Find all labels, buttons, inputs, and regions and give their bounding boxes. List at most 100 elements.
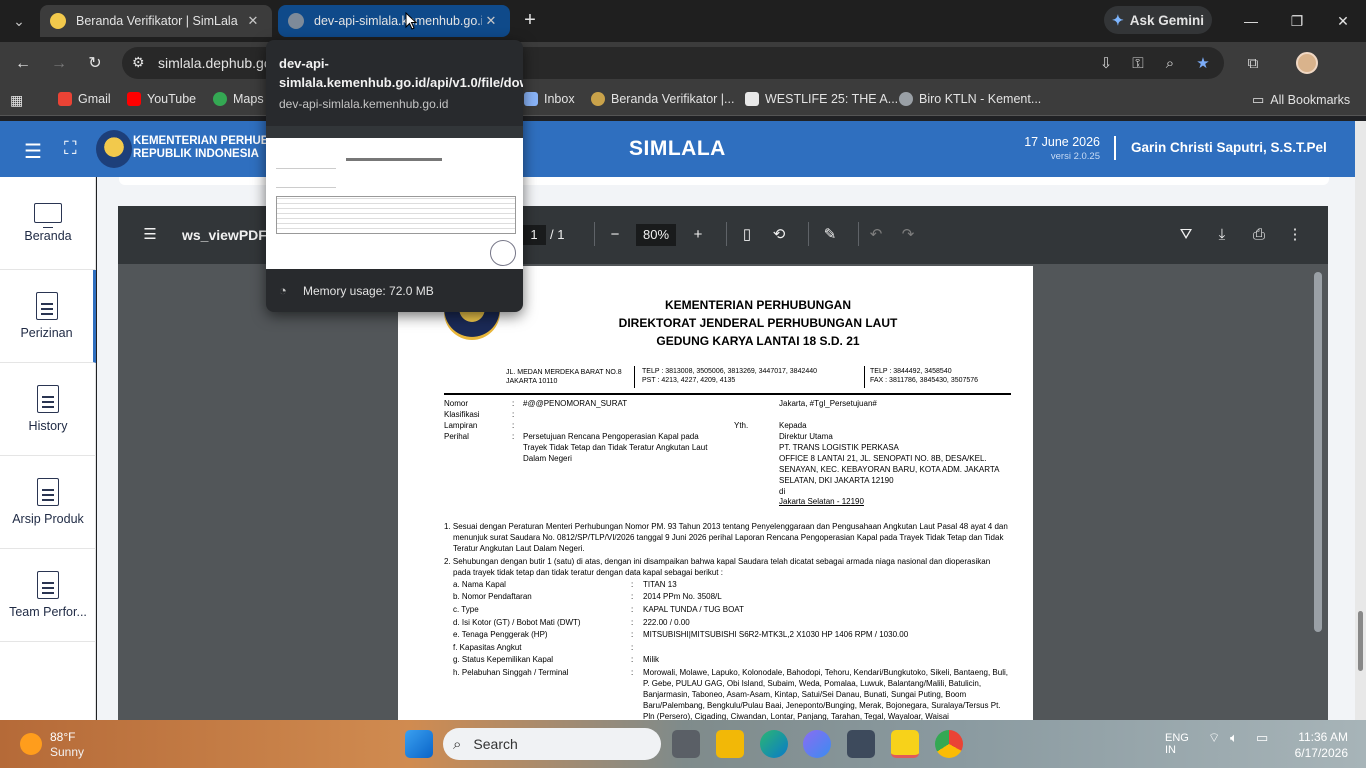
sidebar-item-history[interactable]: History — [0, 363, 96, 456]
page-scrollbar-thumb[interactable] — [1358, 611, 1363, 671]
file-explorer-icon[interactable] — [716, 730, 744, 758]
zoom-icon[interactable]: ⌕ — [1159, 53, 1181, 75]
all-bookmarks[interactable]: ▭ All Bookmarks — [1252, 92, 1350, 108]
clock[interactable]: 11:36 AM 6/17/2026 — [1295, 729, 1348, 761]
more-options-icon[interactable]: ⋮ — [1285, 225, 1305, 245]
weather-temperature[interactable]: 88°F — [50, 730, 75, 744]
edge-icon[interactable] — [760, 730, 788, 758]
pdf-filename: ws_viewPDF.j — [182, 227, 274, 243]
bookmark-maps[interactable]: Maps — [213, 92, 264, 106]
chrome-icon[interactable] — [935, 730, 963, 758]
zoom-level-input[interactable]: 80% — [636, 224, 676, 246]
bookmark-inbox[interactable]: Inbox — [524, 92, 575, 106]
bookmark-youtube[interactable]: YouTube — [127, 92, 196, 106]
lampiran-label: Lampiran — [444, 421, 478, 430]
pdf-page: KEMENTERIAN PERHUBUNGAN DIREKTORAT JENDE… — [398, 266, 1033, 720]
profile-avatar[interactable] — [1296, 52, 1318, 74]
new-tab-button[interactable]: + — [518, 9, 542, 33]
bookmark-label: Gmail — [78, 92, 111, 106]
bookmark-westlife[interactable]: WESTLIFE 25: THE A... — [745, 92, 898, 106]
annotate-icon[interactable]: ✎ — [820, 225, 840, 245]
close-tab-icon[interactable]: ✕ — [244, 13, 262, 29]
colon: : — [512, 421, 515, 430]
ask-gemini-button[interactable]: ✦ Ask Gemini — [1104, 6, 1212, 34]
user-name[interactable]: Garin Christi Saputri, S.S.T.Pel — [1131, 140, 1327, 155]
memory-usage: Memory usage: 72.0 MB — [303, 284, 434, 298]
redo-icon[interactable]: ↷ — [898, 225, 918, 245]
letterhead-subtitle: DIREKTORAT JENDERAL PERHUBUNGAN LAUT — [618, 316, 898, 330]
zoom-in-icon[interactable]: + — [688, 225, 708, 245]
thumbnail-toolbar — [266, 126, 523, 138]
sidebar-item-perizinan[interactable]: Perizinan — [0, 270, 96, 363]
menu-icon[interactable]: ☰ — [24, 139, 42, 164]
sidebar-item-beranda[interactable]: Beranda — [0, 177, 96, 270]
wifi-icon[interactable]: ⌔ — [1208, 731, 1220, 744]
back-icon[interactable]: ← — [9, 50, 37, 78]
taskbar-search[interactable]: ⌕ Search — [443, 728, 661, 760]
pdf-scrollbar[interactable] — [1314, 272, 1322, 632]
forward-icon[interactable]: → — [45, 50, 73, 78]
minimize-icon[interactable]: — — [1238, 8, 1264, 34]
zoom-out-icon[interactable]: − — [605, 225, 625, 245]
sticky-notes-icon[interactable] — [891, 730, 919, 758]
sidebar-item-label: Arsip Produk — [12, 512, 84, 526]
weather-condition[interactable]: Sunny — [50, 745, 84, 759]
bookmark-beranda[interactable]: Beranda Verifikator |... — [591, 92, 734, 106]
bookmark-biro-ktln[interactable]: Biro KTLN - Kement... — [899, 92, 1041, 106]
undo-icon[interactable]: ↶ — [866, 225, 886, 245]
close-window-icon[interactable]: ✕ — [1330, 8, 1356, 34]
sun-icon[interactable] — [20, 733, 42, 755]
page-scrollbar[interactable] — [1355, 121, 1366, 720]
ship-field-label: f. Kapasitas Angkut — [453, 643, 522, 652]
colon: : — [631, 655, 634, 664]
divider — [726, 222, 727, 246]
task-view-icon[interactable] — [672, 730, 700, 758]
tab-beranda-verifikator[interactable]: Beranda Verifikator | SimLala ✕ — [40, 5, 272, 37]
tab-dev-api[interactable]: dev-api-simlala.kemenhub.go.id ✕ — [278, 5, 510, 37]
pdf-menu-icon[interactable]: ☰ — [140, 225, 160, 245]
ship-field-value: MITSUBISHI|MITSUBISHI S6R2-MTK3L,2 X1030… — [643, 630, 909, 639]
divider — [864, 366, 865, 388]
rotate-icon[interactable]: ⟲ — [769, 225, 789, 245]
ship-field-label: c. Type — [453, 605, 479, 614]
battery-icon[interactable]: ▭ — [1256, 731, 1268, 744]
extensions-icon[interactable]: ⧉ — [1242, 53, 1264, 75]
paragraph-2-line: 2. Sehubungan dengan butir 1 (satu) di a… — [444, 557, 991, 566]
perihal-line: Dalam Negeri — [523, 454, 572, 463]
password-key-icon[interactable]: ⚿ — [1127, 53, 1149, 75]
recipient-line: PT. TRANS LOGISTIK PERKASA — [779, 443, 899, 452]
tab-search-icon[interactable]: ⌄ — [6, 8, 32, 34]
bookmark-star-icon[interactable]: ★ — [1192, 53, 1214, 75]
ship-field-value: 2014 PPm No. 3508/L — [643, 592, 722, 601]
clock-time: 11:36 AM — [1298, 730, 1348, 744]
site-info-icon[interactable]: ⚙ — [132, 54, 145, 71]
close-tab-icon[interactable]: ✕ — [482, 13, 500, 29]
recipient-line: Direktur Utama — [779, 432, 833, 441]
ship-field-label: h. Pelabuhan Singgah / Terminal — [453, 668, 569, 677]
fit-page-icon[interactable]: ▯ — [737, 225, 757, 245]
install-app-icon[interactable]: ⇩ — [1095, 53, 1117, 75]
globe-icon — [899, 92, 913, 106]
camera-app-icon[interactable] — [847, 730, 875, 758]
page-number-input[interactable]: 1 — [522, 225, 546, 245]
start-button[interactable] — [405, 730, 433, 758]
language-indicator[interactable]: ENG IN — [1165, 732, 1189, 756]
ship-field-label: b. Nomor Pendaftaran — [453, 592, 532, 601]
sidebar-item-arsip-produk[interactable]: Arsip Produk — [0, 456, 96, 549]
bookmark-gmail[interactable]: Gmail — [58, 92, 111, 106]
copilot-icon[interactable] — [803, 730, 831, 758]
print-icon[interactable]: ⎙ — [1249, 225, 1269, 245]
place-date: Jakarta, #Tgl_Persetujuan# — [779, 399, 877, 408]
restore-icon[interactable]: ❐ — [1284, 8, 1310, 34]
volume-icon[interactable]: 🔈︎ — [1230, 731, 1238, 744]
sidebar-item-team-performance[interactable]: Team Perfor... — [0, 549, 96, 642]
reload-icon[interactable]: ↻ — [81, 50, 109, 78]
divider — [634, 366, 635, 388]
fullscreen-icon[interactable]: ⛶ — [64, 138, 77, 159]
colon: : — [631, 630, 634, 639]
download-icon[interactable]: ⤓ — [1212, 225, 1232, 245]
folder-icon: ▭ — [1252, 92, 1265, 107]
gmail-icon — [58, 92, 72, 106]
save-to-drive-icon[interactable]: ⛛ — [1176, 225, 1196, 245]
apps-grid-icon[interactable]: ▦ — [10, 92, 23, 109]
